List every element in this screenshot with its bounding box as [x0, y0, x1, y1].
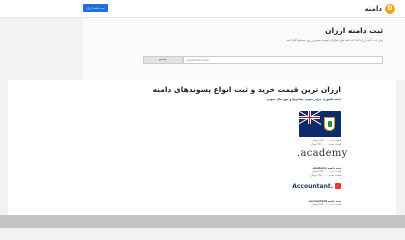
- main-content: ارزان ترین قیمت خرید و ثبت انواع پسوندها…: [8, 80, 396, 228]
- item-register-price: قیمت ثبت: ۴۸۷،۰۰۰ تومان: [312, 203, 341, 206]
- logo-icon: D: [385, 3, 395, 14]
- item-renew-price: قیمت تمدید: ۶۷۶،۰۰۰ تومان: [310, 143, 341, 146]
- accountant-badge-icon: [335, 183, 341, 189]
- item-renew-price: قیمت تمدید: ۶۳۸،۰۰۰ تومان: [310, 174, 341, 177]
- domain-search-input[interactable]: [183, 56, 383, 64]
- hero-title: ثبت دامنه ارزان: [325, 26, 383, 35]
- accountant-logo: Accountant.: [292, 181, 341, 191]
- academy-logo: .academy: [297, 148, 348, 159]
- flag-image: [299, 111, 341, 137]
- site-logo[interactable]: D دامنه: [365, 3, 395, 14]
- hero-section: ثبت دامنه ارزان برای ثبت دامنه ارزان ابت…: [83, 18, 405, 80]
- register-domain-button[interactable]: ثبت دامنه ارزان: [83, 4, 108, 12]
- item-title[interactable]: دامنه کشوری جزایر جنوبی ساندویچ و جورجیا…: [267, 97, 341, 101]
- accountant-logo-text: Accountant.: [292, 182, 333, 190]
- list-item[interactable]: دامنه کشوری جزایر جنوبی ساندویچ و جورجیا…: [267, 97, 341, 101]
- list-item[interactable]: ثبت دامنه academy. قیمت ثبت: ۶۳۸،۰۰۰ توم…: [311, 166, 341, 178]
- logo-text: دامنه: [364, 4, 382, 13]
- hero-description: برای ثبت دامنه ارزان ابتدا نام دامنه مور…: [286, 39, 383, 42]
- domain-search: جستجو: [143, 56, 383, 64]
- list-item[interactable]: ثبت دامنه accountant. قیمت ثبت: ۴۸۷،۰۰۰ …: [308, 199, 341, 207]
- item-prices: قیمت ثبت: ۶۷۶،۰۰۰ تومان قیمت تمدید: ۶۷۶،…: [311, 139, 341, 147]
- bottom-bar: [0, 215, 405, 228]
- top-navbar: ثبت دامنه ارزان D دامنه: [0, 0, 405, 18]
- search-button[interactable]: جستجو: [143, 56, 183, 64]
- section-title: ارزان ترین قیمت خرید و ثبت انواع پسوندها…: [152, 85, 341, 94]
